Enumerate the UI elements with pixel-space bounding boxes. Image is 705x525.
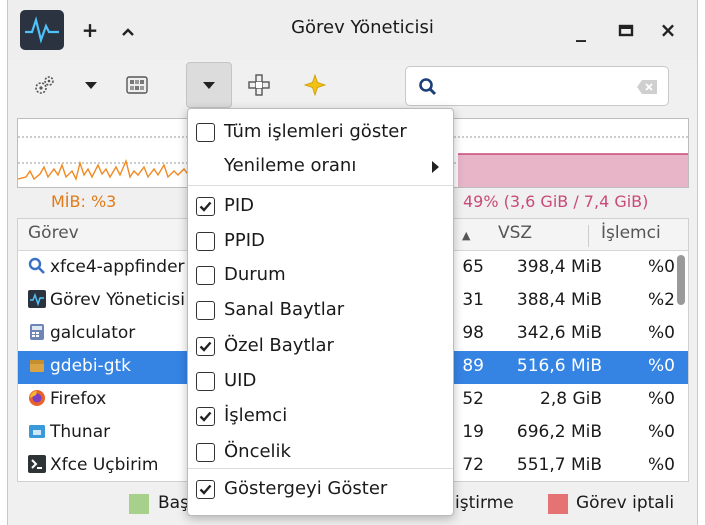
- close-button[interactable]: ×: [652, 14, 684, 46]
- process-name: xfce4-appfinder: [28, 257, 196, 277]
- column-header-name[interactable]: Görev: [28, 223, 79, 243]
- process-vsz: 342,6 MiB: [516, 323, 602, 343]
- process-cpu: %0: [648, 422, 675, 442]
- process-vsz: 516,6 MiB: [516, 356, 602, 376]
- menu-item-göstergeyi-göster[interactable]: Göstergeyi Göster: [188, 472, 453, 508]
- columns-dropdown-button[interactable]: [186, 62, 232, 108]
- minimize-button[interactable]: _: [565, 14, 597, 46]
- checkbox[interactable]: [196, 301, 215, 320]
- clear-icon[interactable]: [636, 79, 658, 95]
- column-header-cpu[interactable]: İşlemci: [601, 223, 661, 243]
- checkbox[interactable]: [196, 123, 215, 142]
- window-title: Görev Yöneticisi: [291, 17, 434, 38]
- checkbox[interactable]: [196, 372, 215, 391]
- search-input[interactable]: [405, 66, 669, 106]
- checkbox[interactable]: [196, 407, 215, 426]
- process-cpu: %2: [648, 290, 675, 310]
- calculator-icon: [28, 323, 46, 341]
- firefox-icon: [28, 389, 46, 407]
- menu-item-tüm-işlemleri-göster[interactable]: Tüm işlemleri göster: [188, 115, 453, 151]
- submenu-arrow-icon: [432, 161, 439, 173]
- sparkle-icon[interactable]: [292, 62, 338, 108]
- menu-item-ppid[interactable]: PPID: [188, 224, 453, 260]
- menu-item-durum[interactable]: Durum: [188, 258, 453, 294]
- toolbar: [8, 60, 697, 114]
- process-name: Firefox: [28, 389, 196, 409]
- process-name: gdebi-gtk: [28, 356, 196, 376]
- menu-item-yenileme-oranı[interactable]: Yenileme oranı: [188, 149, 453, 185]
- menu-item-özel-baytlar[interactable]: Özel Baytlar: [188, 329, 453, 365]
- legend-change-label: iştirme: [455, 493, 514, 513]
- settings-icon[interactable]: [22, 62, 68, 108]
- process-name: Görev Yöneticisi: [28, 290, 196, 310]
- package-icon: [28, 356, 46, 374]
- process-vsz: 551,7 MiB: [516, 455, 602, 475]
- legend-start-label: Baş: [158, 493, 189, 513]
- process-cpu: %0: [648, 323, 675, 343]
- maximize-button[interactable]: [610, 14, 642, 46]
- process-pid: 31: [462, 290, 484, 310]
- column-header-vsz[interactable]: VSZ: [498, 223, 532, 243]
- process-cpu: %0: [648, 455, 675, 475]
- process-pid: 19: [462, 422, 484, 442]
- process-vsz: 696,2 MiB: [516, 422, 602, 442]
- columns-menu: Tüm işlemleri göster Yenileme oranı PID PPI…: [187, 108, 454, 516]
- process-pid: 72: [462, 455, 484, 475]
- sort-ascending-icon[interactable]: ▲: [462, 229, 470, 242]
- search-icon: [419, 78, 437, 96]
- process-name: Xfce Uçbirim: [28, 455, 196, 475]
- process-pid: 65: [462, 257, 484, 277]
- cpu-graph-line: [17, 158, 199, 182]
- folder-icon: [28, 422, 46, 440]
- task-manager-icon: [28, 290, 46, 308]
- process-pid: 98: [462, 323, 484, 343]
- shade-icon[interactable]: [112, 14, 144, 46]
- title-bar: + Görev Yöneticisi _ ×: [8, 0, 697, 60]
- process-vsz: 398,4 MiB: [516, 257, 602, 277]
- memory-usage-label: 49% (3,6 GiB / 7,4 GiB): [463, 192, 649, 211]
- terminal-icon: [28, 455, 46, 473]
- checkbox[interactable]: [196, 266, 215, 285]
- menu-item-uid[interactable]: UID: [188, 364, 453, 400]
- table-scrollbar[interactable]: [677, 255, 685, 305]
- legend-kill-label: Görev iptali: [576, 493, 675, 513]
- system-monitor-icon[interactable]: [114, 62, 160, 108]
- legend-kill-swatch: [548, 494, 568, 514]
- pin-icon[interactable]: +: [74, 14, 106, 46]
- menu-item-öncelik[interactable]: Öncelik: [188, 435, 453, 471]
- crosshair-icon[interactable]: [236, 62, 282, 108]
- process-vsz: 2,8 GiB: [540, 389, 602, 409]
- process-cpu: %0: [648, 257, 675, 277]
- checkbox[interactable]: [196, 232, 215, 251]
- checkbox[interactable]: [196, 337, 215, 356]
- process-cpu: %0: [648, 356, 675, 376]
- checkbox[interactable]: [196, 480, 215, 499]
- process-vsz: 388,4 MiB: [516, 290, 602, 310]
- search-icon: [28, 257, 46, 275]
- menu-item-pid[interactable]: PID: [188, 189, 453, 225]
- process-name: Thunar: [28, 422, 196, 442]
- process-name: galculator: [28, 323, 196, 343]
- process-pid: 89: [462, 356, 484, 376]
- checkbox[interactable]: [196, 197, 215, 216]
- process-pid: 52: [462, 389, 484, 409]
- settings-dropdown-icon[interactable]: [68, 62, 114, 108]
- menu-separator: [188, 185, 453, 186]
- menu-item-i-şlemci[interactable]: İşlemci: [188, 399, 453, 435]
- legend-start-swatch: [129, 494, 149, 514]
- process-cpu: %0: [648, 389, 675, 409]
- task-manager-app-icon[interactable]: [20, 10, 64, 50]
- checkbox[interactable]: [196, 443, 215, 462]
- cpu-usage-label: MİB: %3: [51, 192, 117, 211]
- menu-item-sanal-baytlar[interactable]: Sanal Baytlar: [188, 293, 453, 329]
